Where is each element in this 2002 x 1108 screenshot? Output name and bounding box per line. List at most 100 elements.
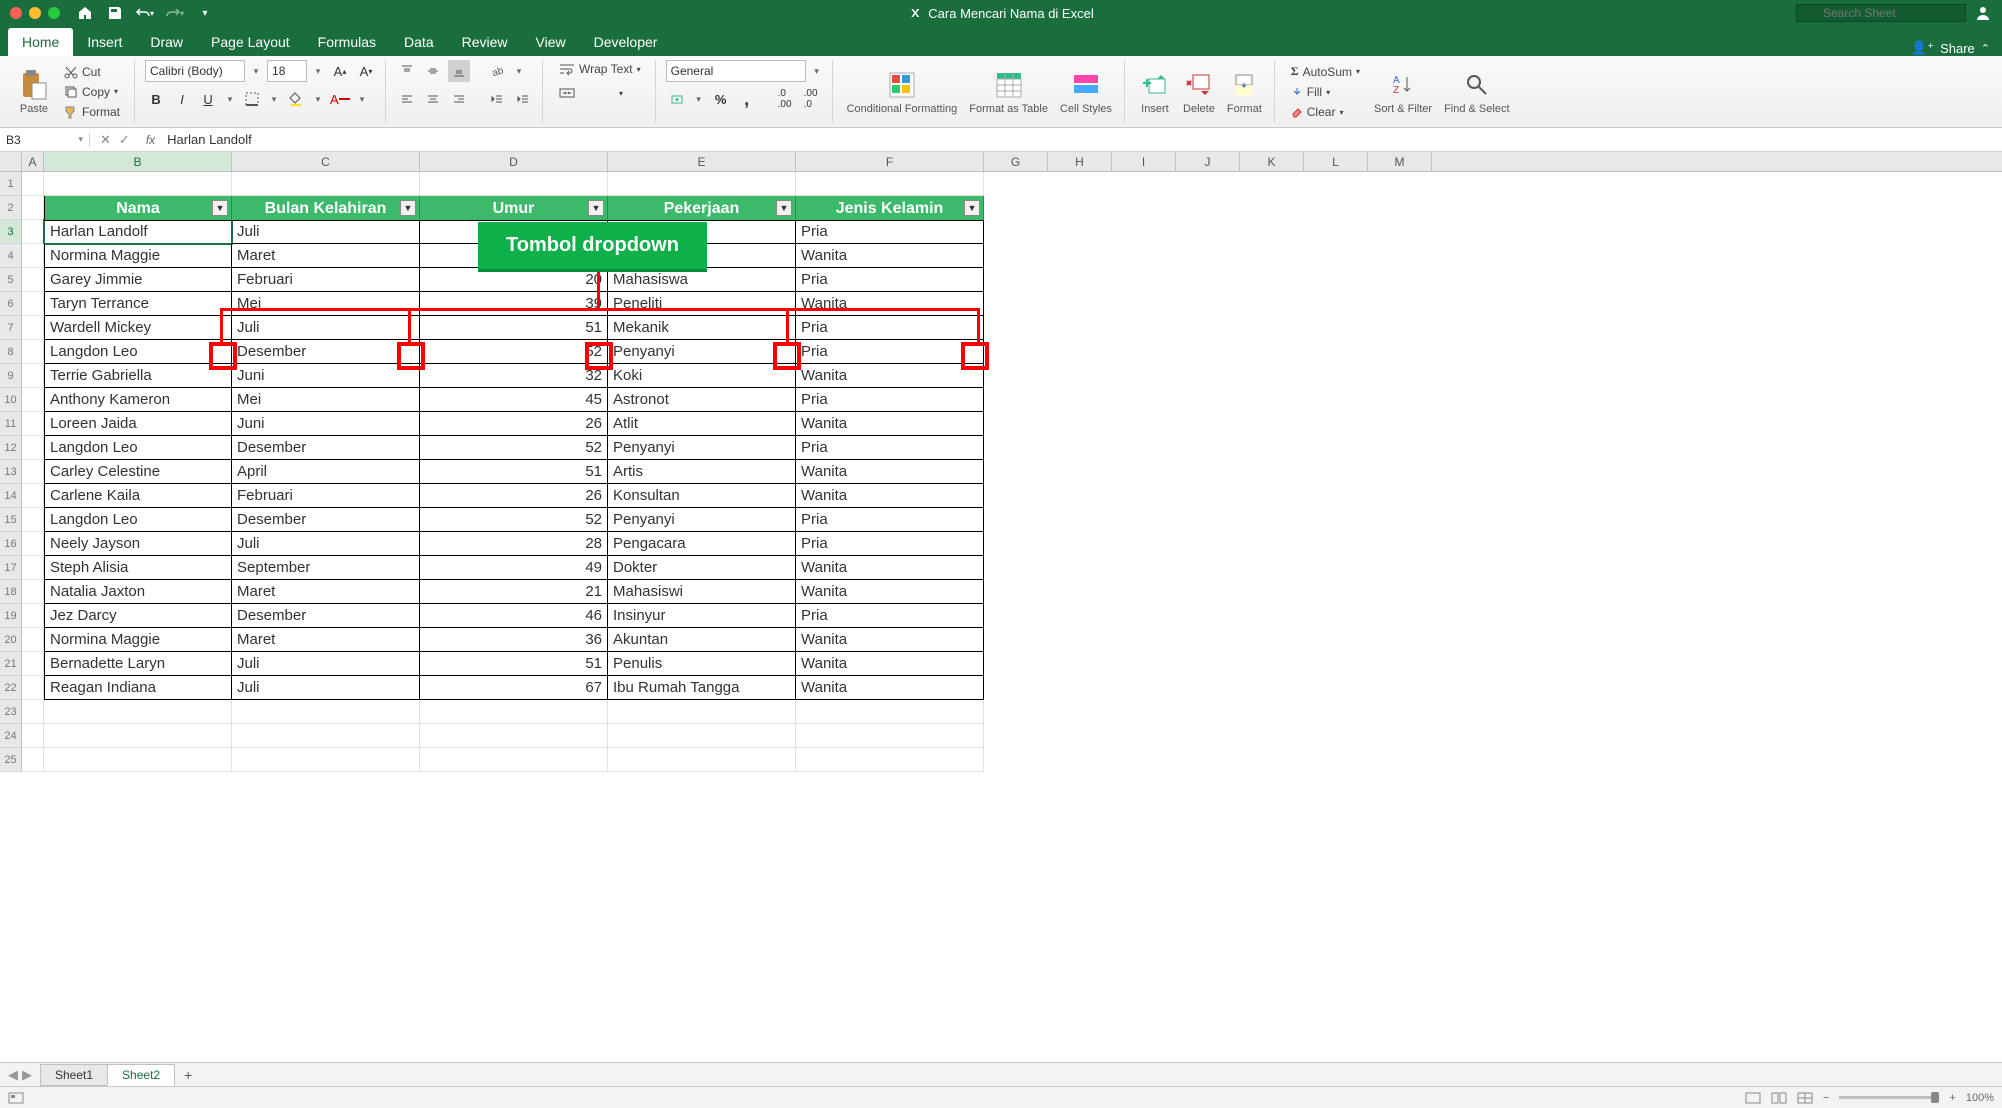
table-cell[interactable]: April — [232, 460, 420, 484]
cell[interactable] — [420, 700, 608, 724]
table-cell[interactable]: Maret — [232, 580, 420, 604]
table-cell[interactable]: Wanita — [796, 556, 984, 580]
currency-button[interactable] — [666, 88, 688, 110]
table-cell[interactable]: Astronot — [608, 388, 796, 412]
table-cell[interactable]: Wanita — [796, 460, 984, 484]
table-cell[interactable]: Juli — [232, 316, 420, 340]
row-header[interactable]: 20 — [0, 628, 22, 652]
decrease-font-button[interactable]: A▾ — [355, 60, 377, 82]
cancel-formula-icon[interactable]: ✕ — [100, 132, 111, 148]
tab-developer[interactable]: Developer — [580, 28, 672, 56]
row-header[interactable]: 21 — [0, 652, 22, 676]
table-cell[interactable]: 51 — [420, 460, 608, 484]
row-header[interactable]: 8 — [0, 340, 22, 364]
share-button[interactable]: Share — [1940, 41, 1975, 56]
table-cell[interactable]: 39 — [420, 292, 608, 316]
fill-color-button[interactable] — [285, 88, 307, 110]
table-cell[interactable]: Pria — [796, 268, 984, 292]
table-cell[interactable]: 21 — [420, 580, 608, 604]
view-normal-icon[interactable] — [1745, 1092, 1761, 1104]
table-cell[interactable]: Wanita — [796, 628, 984, 652]
cell[interactable] — [22, 532, 44, 556]
table-cell[interactable]: Atlit — [608, 412, 796, 436]
table-cell[interactable]: Mei — [232, 292, 420, 316]
qat-customize-icon[interactable]: ▾ — [195, 3, 215, 23]
tab-review[interactable]: Review — [448, 28, 522, 56]
table-cell[interactable]: Akuntan — [608, 628, 796, 652]
font-size-select[interactable]: 18 — [267, 60, 307, 82]
row-header[interactable]: 10 — [0, 388, 22, 412]
tab-formulas[interactable]: Formulas — [304, 28, 390, 56]
sort-filter-button[interactable]: AZSort & Filter — [1370, 67, 1436, 117]
cell-styles-button[interactable]: Cell Styles — [1056, 67, 1116, 117]
save-icon[interactable] — [105, 3, 125, 23]
cell[interactable] — [420, 748, 608, 772]
col-header[interactable]: C — [232, 152, 420, 171]
row-header[interactable]: 11 — [0, 412, 22, 436]
select-all-cell[interactable] — [0, 152, 22, 171]
align-top-button[interactable] — [396, 60, 418, 82]
table-cell[interactable]: Juli — [232, 532, 420, 556]
table-header[interactable]: Nama▼ — [44, 196, 232, 221]
row-header[interactable]: 23 — [0, 700, 22, 724]
filter-dropdown-button[interactable]: ▼ — [588, 200, 604, 216]
cell[interactable] — [22, 220, 44, 244]
row-header[interactable]: 24 — [0, 724, 22, 748]
filter-dropdown-button[interactable]: ▼ — [212, 200, 228, 216]
row-header[interactable]: 19 — [0, 604, 22, 628]
clear-button[interactable]: Clear▾ — [1285, 103, 1366, 121]
format-as-table-button[interactable]: Format as Table — [965, 67, 1052, 117]
cell[interactable] — [22, 196, 44, 220]
cell[interactable] — [232, 748, 420, 772]
col-header[interactable]: G — [984, 152, 1048, 171]
decrease-decimal-button[interactable]: .00.0 — [800, 88, 822, 110]
cell[interactable] — [22, 340, 44, 364]
zoom-window-button[interactable] — [48, 7, 60, 19]
table-cell[interactable]: Wanita — [796, 244, 984, 268]
share-add-user-icon[interactable]: 👤⁺ — [1911, 40, 1934, 56]
zoom-level[interactable]: 100% — [1966, 1092, 1994, 1104]
font-name-dropdown[interactable]: ▾ — [249, 66, 263, 77]
table-cell[interactable]: Artis — [608, 460, 796, 484]
comma-button[interactable]: , — [736, 88, 758, 110]
col-header[interactable]: B — [44, 152, 232, 171]
table-cell[interactable]: Pria — [796, 532, 984, 556]
paste-button[interactable]: Paste — [14, 67, 54, 117]
cell[interactable] — [22, 172, 44, 196]
cell[interactable] — [44, 724, 232, 748]
table-cell[interactable]: Wanita — [796, 580, 984, 604]
row-header[interactable]: 7 — [0, 316, 22, 340]
tab-draw[interactable]: Draw — [136, 28, 197, 56]
table-cell[interactable]: 46 — [420, 604, 608, 628]
table-header[interactable]: Umur▼ — [420, 196, 608, 221]
sheet-nav-next-icon[interactable]: ▶ — [22, 1067, 32, 1083]
table-cell[interactable]: 51 — [420, 652, 608, 676]
zoom-in-button[interactable]: + — [1949, 1092, 1955, 1104]
fx-icon[interactable]: fx — [140, 133, 161, 147]
table-cell[interactable]: Juni — [232, 412, 420, 436]
increase-font-button[interactable]: A▴ — [329, 60, 351, 82]
table-cell[interactable]: 36 — [420, 628, 608, 652]
table-cell[interactable]: Mahasiswi — [608, 580, 796, 604]
currency-dropdown[interactable]: ▾ — [692, 94, 706, 105]
cell[interactable] — [232, 700, 420, 724]
table-cell[interactable]: Penyanyi — [608, 508, 796, 532]
table-cell[interactable]: Maret — [232, 244, 420, 268]
cell[interactable] — [796, 748, 984, 772]
table-cell[interactable]: September — [232, 556, 420, 580]
table-cell[interactable]: 32 — [420, 364, 608, 388]
font-color-button[interactable]: A — [329, 88, 351, 110]
col-header[interactable]: I — [1112, 152, 1176, 171]
row-header[interactable]: 25 — [0, 748, 22, 772]
cell[interactable] — [232, 172, 420, 196]
cut-button[interactable]: Cut — [58, 63, 126, 81]
row-header[interactable]: 22 — [0, 676, 22, 700]
col-header[interactable]: M — [1368, 152, 1432, 171]
table-cell[interactable]: Mekanik — [608, 316, 796, 340]
underline-dropdown[interactable]: ▾ — [223, 94, 237, 105]
table-cell[interactable]: Koki — [608, 364, 796, 388]
user-avatar-icon[interactable] — [1974, 4, 1992, 22]
font-name-select[interactable]: Calibri (Body) — [145, 60, 245, 82]
cell[interactable] — [22, 460, 44, 484]
tab-home[interactable]: Home — [8, 28, 73, 56]
